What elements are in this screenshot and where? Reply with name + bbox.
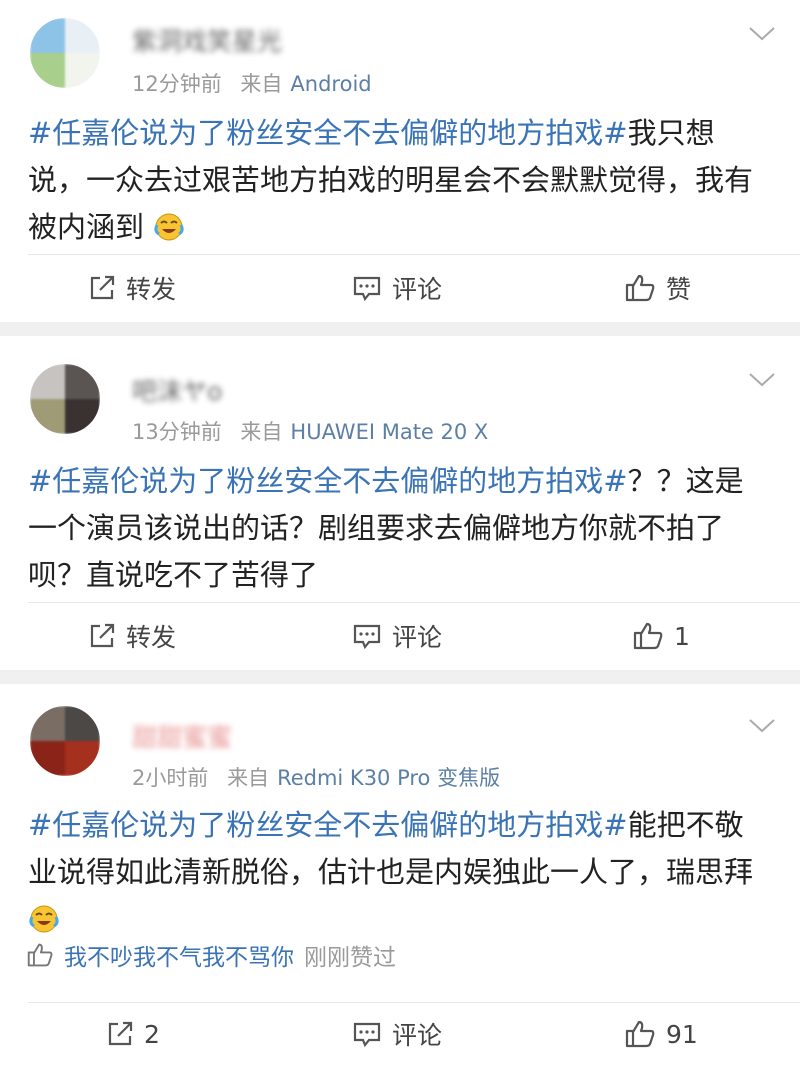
chevron-down-icon[interactable] (748, 718, 776, 734)
comment-icon (353, 276, 381, 302)
post-meta: 13分钟前 来自 HUAWEI Mate 20 X (132, 416, 488, 446)
liked-by-user[interactable]: 我不吵我不气我不骂你 (64, 938, 294, 972)
divider (28, 1002, 800, 1003)
like-count: 91 (666, 1019, 698, 1049)
like-button[interactable]: 赞 (624, 258, 691, 318)
like-count: 1 (674, 621, 690, 651)
liked-suffix: 刚刚赞过 (304, 945, 396, 971)
post-time: 12分钟前 (132, 72, 222, 96)
post-source[interactable]: Android (290, 72, 371, 96)
comment-label: 评论 (392, 1021, 443, 1050)
repost-button[interactable]: 转发 (88, 606, 176, 666)
topic-link[interactable]: #任嘉伦说为了粉丝安全不去偏僻的地方拍戏# (28, 464, 628, 498)
avatar[interactable] (30, 706, 100, 776)
post-card: 紫洞戏笑星光 12分钟前 来自 Android #任嘉伦说为了粉丝安全不去偏僻的地… (0, 0, 800, 322)
thumbs-up-icon (633, 622, 663, 650)
action-bar: 2 评论 91 (0, 1004, 800, 1064)
action-bar: 转发 评论 1 (0, 606, 800, 666)
comment-button[interactable]: 评论 (352, 258, 442, 318)
comment-icon (353, 624, 381, 650)
separator (0, 670, 800, 684)
repost-icon (90, 623, 115, 648)
thumbs-up-icon (27, 943, 53, 967)
repost-icon (90, 275, 115, 300)
topic-link[interactable]: #任嘉伦说为了粉丝安全不去偏僻的地方拍戏# (28, 116, 628, 150)
post-meta: 12分钟前 来自 Android (132, 68, 372, 98)
separator (0, 322, 800, 336)
chevron-down-icon[interactable] (748, 372, 776, 388)
post-time: 2小时前 (132, 766, 209, 790)
username[interactable]: 紫洞戏笑星光 (132, 22, 282, 58)
divider (28, 602, 800, 603)
repost-button[interactable]: 转发 (88, 258, 176, 318)
chevron-down-icon[interactable] (748, 26, 776, 42)
source-prefix: 来自 (240, 72, 283, 96)
comment-label: 评论 (392, 623, 443, 652)
thumbs-up-icon (625, 1020, 655, 1048)
avatar[interactable] (30, 18, 100, 88)
source-prefix: 来自 (240, 420, 283, 444)
username[interactable]: 甜甜蜜蜜 (132, 718, 232, 754)
comment-icon (353, 1022, 381, 1048)
username[interactable]: 吧沫ヤo (132, 372, 222, 408)
source-prefix: 来自 (227, 766, 270, 790)
post-content: #任嘉伦说为了粉丝安全不去偏僻的地方拍戏#？？这是一个演员该说出的话？剧组要求去… (28, 458, 770, 599)
topic-link[interactable]: #任嘉伦说为了粉丝安全不去偏僻的地方拍戏# (28, 808, 628, 842)
liked-by-row: 我不吵我不气我不骂你 刚刚赞过 (26, 938, 396, 972)
repost-label: 转发 (126, 623, 177, 652)
avatar[interactable] (30, 364, 100, 434)
repost-count: 2 (144, 1019, 160, 1049)
repost-icon (108, 1021, 133, 1046)
post-content: #任嘉伦说为了粉丝安全不去偏僻的地方拍戏#能把不敬业说得如此清新脱俗，估计也是内… (28, 802, 770, 947)
laugh-cry-emoji-icon (153, 208, 185, 255)
thumbs-up-icon (625, 274, 655, 302)
comment-label: 评论 (392, 275, 443, 304)
post-source[interactable]: HUAWEI Mate 20 X (290, 420, 488, 444)
post-card: 甜甜蜜蜜 2小时前 来自 Redmi K30 Pro 变焦版 #任嘉伦说为了粉丝安… (0, 684, 800, 1071)
post-time: 13分钟前 (132, 420, 222, 444)
action-bar: 转发 评论 赞 (0, 258, 800, 318)
comment-button[interactable]: 评论 (352, 1004, 442, 1064)
repost-label: 转发 (126, 275, 177, 304)
post-content: #任嘉伦说为了粉丝安全不去偏僻的地方拍戏#我只想说，一众去过艰苦地方拍戏的明星会… (28, 110, 770, 255)
like-button[interactable]: 1 (632, 606, 690, 666)
comment-button[interactable]: 评论 (352, 606, 442, 666)
post-card: 吧沫ヤo 13分钟前 来自 HUAWEI Mate 20 X #任嘉伦说为了粉丝安… (0, 336, 800, 670)
like-label: 赞 (666, 275, 692, 304)
divider (28, 254, 800, 255)
like-button[interactable]: 91 (624, 1004, 698, 1064)
post-source[interactable]: Redmi K30 Pro 变焦版 (277, 766, 500, 790)
repost-button[interactable]: 2 (106, 1004, 160, 1064)
post-meta: 2小时前 来自 Redmi K30 Pro 变焦版 (132, 762, 500, 792)
